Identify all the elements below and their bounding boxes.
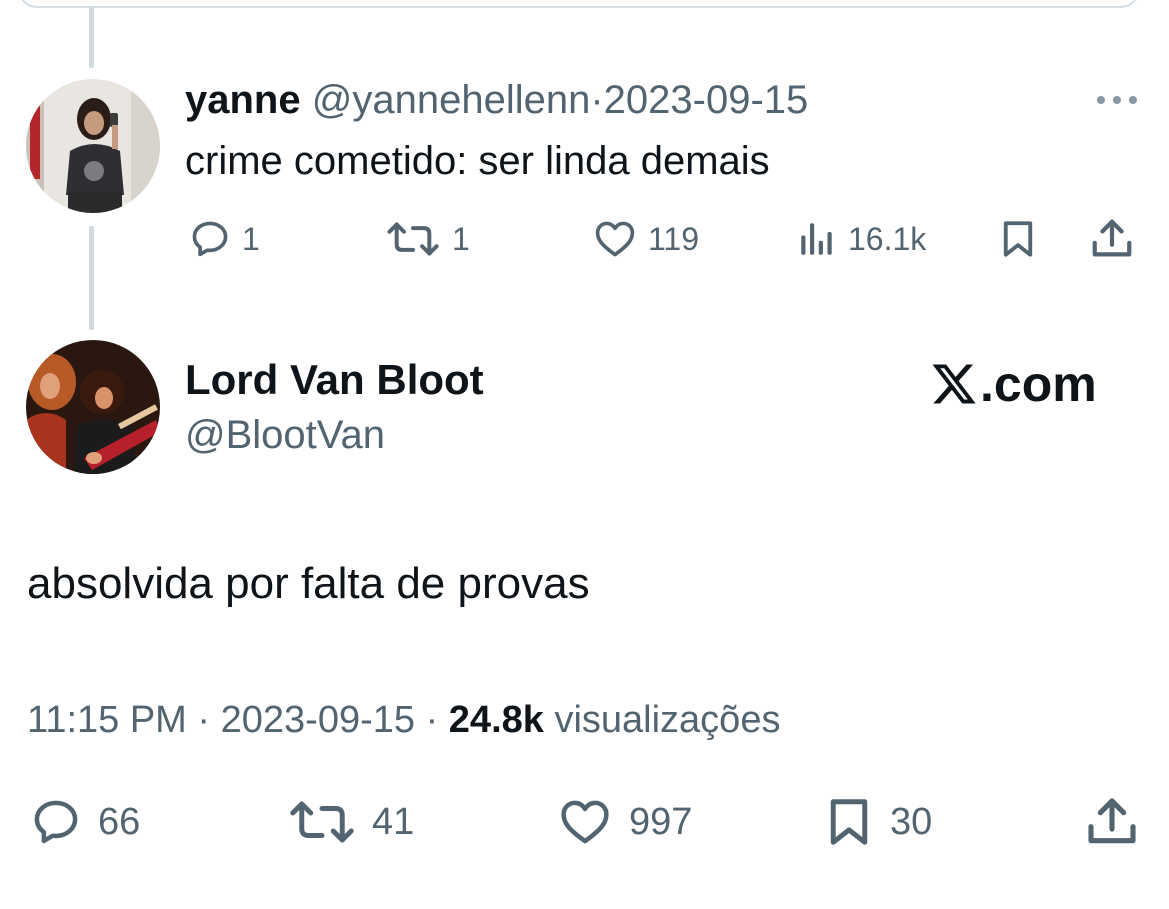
bookmark-button[interactable]: 30 (822, 794, 932, 850)
like-icon (561, 800, 609, 844)
reply-button[interactable]: 1 (188, 214, 260, 264)
reply-count: 1 (242, 220, 260, 257)
bookmark-icon (830, 799, 868, 845)
avatar-lord-van-bloot[interactable] (26, 340, 160, 474)
more-horizontal-icon[interactable] (1093, 92, 1141, 108)
tweet-date[interactable]: 2023-09-15 (221, 699, 415, 741)
author-name[interactable]: Lord Van Bloot (185, 354, 484, 406)
retweet-button[interactable]: 41 (286, 794, 414, 850)
author-handle[interactable]: @BlootVan (185, 410, 385, 460)
main-tweet-text: absolvida por falta de provas (27, 559, 590, 608)
bookmark-button[interactable] (997, 214, 1039, 264)
watermark-text: .com (980, 356, 1097, 412)
x-com-watermark: .com (930, 356, 1097, 412)
tweet-metadata: 11:15 PM · 2023-09-15 · 24.8k visualizaç… (27, 696, 780, 744)
separator-dot: · (425, 699, 439, 741)
retweet-button[interactable]: 1 (384, 214, 470, 264)
bookmark-icon (1003, 221, 1033, 257)
reply-icon (192, 221, 228, 257)
tweet-time[interactable]: 11:15 PM (27, 699, 187, 741)
retweet-icon (290, 801, 354, 843)
tweet-date[interactable]: 2023-09-15 (604, 78, 809, 122)
x-logo-icon (932, 364, 976, 404)
like-button[interactable]: 119 (592, 214, 699, 264)
views-count: 16.1k (848, 220, 927, 257)
author-handle[interactable]: @yannehellenn (312, 78, 591, 122)
thread-connector-line (89, 6, 94, 68)
reply-tweet-header: yanne @yannehellenn·2023-09-15 (185, 76, 808, 124)
like-icon (595, 221, 635, 257)
author-name[interactable]: yanne (185, 78, 301, 122)
previous-tweet-card-edge (18, 0, 1140, 8)
thread-connector-line (89, 226, 94, 330)
reply-count: 66 (98, 800, 141, 843)
separator-dot: · (197, 699, 211, 741)
retweet-count: 41 (372, 800, 415, 843)
like-button[interactable]: 997 (555, 794, 692, 850)
like-count: 997 (629, 800, 693, 843)
bookmark-count: 30 (890, 800, 933, 843)
like-count: 119 (648, 220, 700, 257)
retweet-icon (387, 222, 439, 256)
share-icon (1092, 219, 1132, 257)
share-button[interactable] (1084, 794, 1140, 850)
share-button[interactable] (1088, 214, 1136, 264)
retweet-count: 1 (452, 220, 470, 257)
views-count: 24.8k (448, 699, 544, 741)
views-label: visualizações (554, 699, 781, 741)
separator-dot: · (590, 78, 604, 122)
views-icon (801, 223, 832, 255)
reply-tweet-text: crime cometido: ser linda demais (185, 139, 770, 183)
share-icon (1088, 798, 1136, 844)
avatar-yanne[interactable] (26, 79, 160, 213)
reply-icon (34, 800, 78, 844)
views-button[interactable]: 16.1k (796, 214, 926, 264)
reply-button[interactable]: 66 (28, 794, 140, 850)
